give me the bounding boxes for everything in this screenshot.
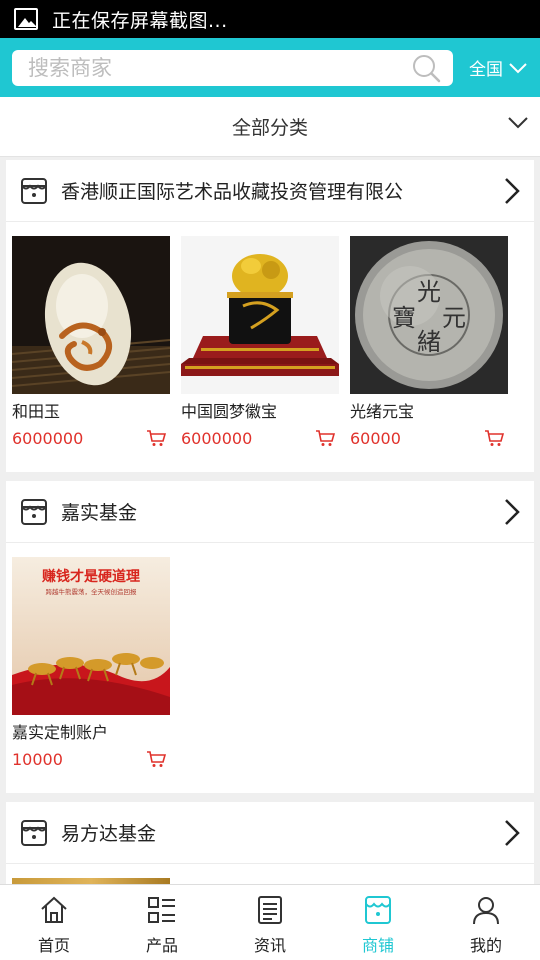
price-row: 60000 (350, 427, 508, 449)
fund-banner-image: 赚钱才是硬道理 跨越牛熊震荡，全天候创造回报 (12, 557, 170, 715)
category-label: 全部分类 (231, 117, 308, 139)
product-name: 和田玉 (12, 402, 61, 421)
tab-label: 商铺 (361, 936, 394, 955)
bottom-tab-bar: 首页 产品 资讯 商铺 我的 (0, 884, 540, 960)
region-selector[interactable]: 全国 (469, 55, 527, 80)
region-label: 全国 (469, 60, 503, 80)
home-icon (41, 896, 67, 923)
shop-icon (365, 896, 391, 924)
banner-subtitle: 跨越牛熊震荡，全天候创造回报 (46, 587, 138, 596)
product-list: 赚钱才是硬道理 跨越牛熊震荡，全天候创造回报 嘉实定制账户 10000 (6, 543, 534, 770)
chevron-down-icon (509, 62, 527, 73)
store-card: 易方达基金 (6, 802, 534, 884)
store-header[interactable]: 香港顺正国际艺术品收藏投资管理有限公 (6, 160, 534, 222)
tab-label: 资讯 (253, 936, 286, 955)
user-icon (473, 897, 499, 925)
status-bar: 正在保存屏幕截图... (0, 0, 540, 38)
svg-text:緒: 緒 (417, 328, 441, 356)
cart-icon[interactable] (146, 429, 166, 447)
store-header[interactable]: 嘉实基金 (6, 481, 534, 543)
list-icon (148, 897, 175, 923)
cart-icon[interactable] (146, 750, 166, 768)
product-price: 6000000 (181, 428, 253, 448)
jade-product-image (12, 236, 170, 394)
chevron-right-icon[interactable] (504, 177, 520, 205)
svg-text:寶: 寶 (392, 304, 416, 332)
top-bar: 全国 (0, 38, 540, 97)
shop-icon (21, 177, 47, 204)
store-name: 嘉实基金 (61, 502, 138, 524)
tab-news[interactable]: 资讯 (216, 885, 324, 960)
tab-products[interactable]: 产品 (108, 885, 216, 960)
product-list: 和田玉 6000000 中国圆梦徽宝 6000000 光 元 寶 緒 光绪元宝 … (6, 222, 534, 449)
product-item[interactable]: 赚钱才是硬道理 跨越牛熊震荡，全天候创造回报 嘉实定制账户 10000 (12, 557, 170, 770)
image-icon (14, 8, 38, 30)
product-price: 60000 (350, 428, 401, 448)
coin-product-image: 光 元 寶 緒 (350, 236, 508, 394)
tab-label: 首页 (37, 936, 70, 955)
product-price: 6000000 (12, 428, 84, 448)
chevron-down-icon (508, 117, 528, 129)
chevron-right-icon[interactable] (504, 498, 520, 526)
tab-label: 我的 (469, 936, 502, 955)
cart-icon[interactable] (484, 429, 504, 447)
tab-shops[interactable]: 商铺 (324, 885, 432, 960)
shop-icon (21, 498, 47, 525)
product-item[interactable]: 和田玉 6000000 (12, 236, 170, 449)
cart-icon[interactable] (315, 429, 335, 447)
product-item[interactable]: 中国圆梦徽宝 6000000 (181, 236, 339, 449)
product-name: 光绪元宝 (350, 402, 415, 421)
seal-product-image (181, 236, 339, 394)
product-price: 10000 (12, 749, 63, 769)
news-icon (258, 896, 282, 924)
shop-icon (21, 819, 47, 846)
category-filter[interactable]: 全部分类 (0, 97, 540, 157)
price-row: 6000000 (12, 427, 170, 449)
svg-text:元: 元 (442, 304, 466, 332)
tab-label: 产品 (145, 936, 178, 955)
search-input[interactable] (28, 55, 411, 80)
tab-profile[interactable]: 我的 (432, 885, 540, 960)
product-name: 中国圆梦徽宝 (181, 402, 278, 421)
banner-title: 赚钱才是硬道理 (41, 568, 140, 585)
search-box[interactable] (12, 49, 453, 86)
svg-text:光: 光 (417, 278, 441, 306)
status-text: 正在保存屏幕截图... (52, 9, 228, 32)
price-row: 6000000 (181, 427, 339, 449)
product-name: 嘉实定制账户 (12, 723, 109, 742)
chevron-right-icon[interactable] (504, 819, 520, 847)
product-item[interactable]: 光 元 寶 緒 光绪元宝 60000 (350, 236, 508, 449)
store-name: 香港顺正国际艺术品收藏投资管理有限公 (61, 181, 404, 203)
tab-home[interactable]: 首页 (0, 885, 108, 960)
store-header[interactable]: 易方达基金 (6, 802, 534, 864)
search-icon[interactable] (411, 53, 441, 83)
store-name: 易方达基金 (61, 823, 157, 845)
price-row: 10000 (12, 748, 170, 770)
store-card: 香港顺正国际艺术品收藏投资管理有限公 和田玉 6000000 中国圆梦徽宝 60… (6, 160, 534, 472)
store-card: 嘉实基金 赚钱才是硬道理 跨越牛熊震荡，全天候创造回报 嘉实定制账户 10000 (6, 481, 534, 793)
